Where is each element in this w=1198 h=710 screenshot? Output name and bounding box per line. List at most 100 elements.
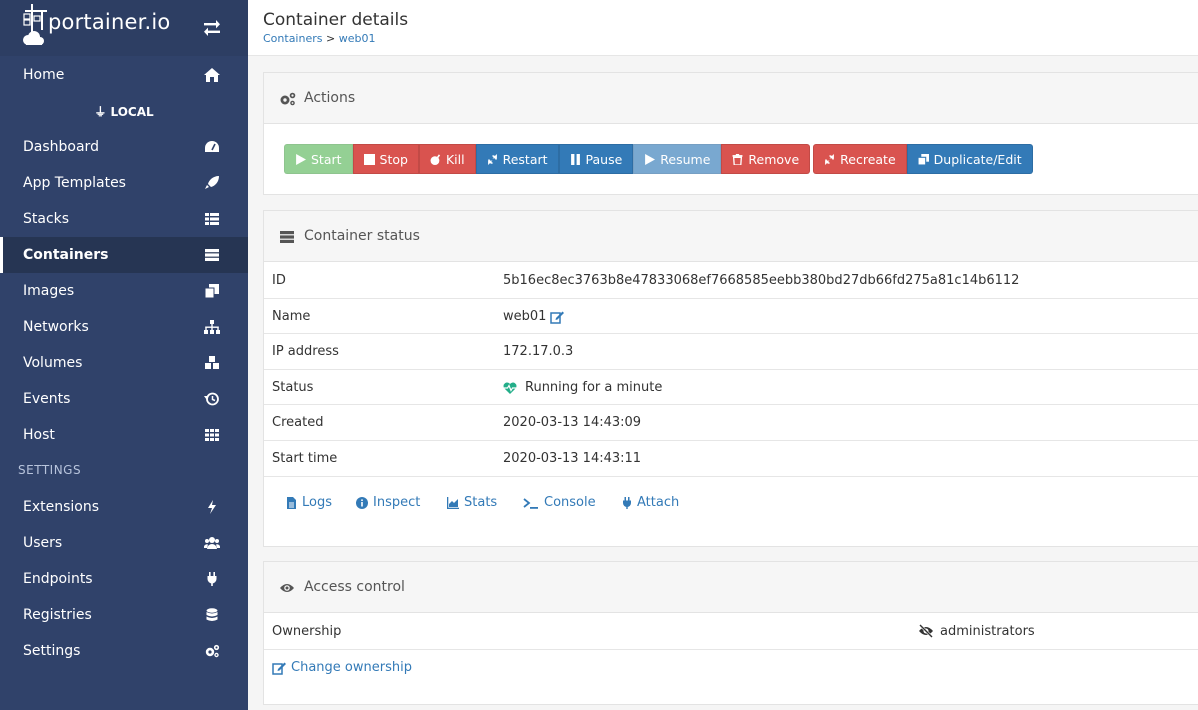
access-panel-title: Access control (304, 579, 405, 595)
sidebar-item-events[interactable]: Events (0, 381, 248, 417)
sidebar-item-networks[interactable]: Networks (0, 309, 248, 345)
server-icon (205, 249, 219, 261)
switch-endpoint-icon[interactable] (202, 18, 222, 38)
bomb-icon (430, 153, 441, 165)
edit-icon (272, 662, 286, 675)
actions-panel-title: Actions (304, 90, 356, 106)
terminal-icon (523, 497, 538, 509)
brand-name[interactable]: portainer.io (48, 10, 170, 34)
container-links-row: Logs Inspect Stats Console Attach (264, 476, 1198, 548)
cubes-icon (205, 356, 219, 369)
th-icon (205, 429, 219, 441)
plug-icon (207, 572, 217, 586)
remove-button[interactable]: Remove (721, 144, 811, 174)
sidebar-item-label: Home (23, 67, 65, 83)
created-value: 2020-03-13 14:43:09 (503, 415, 642, 430)
sidebar-item-settings[interactable]: Settings (0, 633, 248, 669)
database-icon (206, 608, 218, 621)
table-row: Status Running for a minute (264, 369, 1198, 405)
container-actions-group: Start Stop Kill Restart Pause Resume Rem… (284, 144, 1033, 174)
restart-button[interactable]: Restart (475, 144, 559, 174)
row-label: Name (272, 309, 311, 324)
sidebar-item-endpoints[interactable]: Endpoints (0, 561, 248, 597)
table-row: Change ownership (264, 649, 1198, 685)
table-row: Ownership administrators (264, 613, 1198, 649)
inspect-link[interactable]: Inspect (356, 495, 420, 510)
recreate-button[interactable]: Recreate (813, 144, 907, 174)
attach-link[interactable]: Attach (622, 495, 679, 510)
sidebar-item-app-templates[interactable]: App Templates (0, 165, 248, 201)
row-label: Status (272, 380, 314, 395)
sidebar-item-label: Settings (23, 643, 81, 659)
breadcrumb-current-link[interactable]: web01 (339, 32, 376, 45)
bolt-icon (208, 500, 216, 514)
table-row: ID 5b16ec8ec3763b8e47833068ef7668585eebb… (264, 262, 1198, 298)
sidebar-item-volumes[interactable]: Volumes (0, 345, 248, 381)
sidebar-item-stacks[interactable]: Stacks (0, 201, 248, 237)
cogs-icon (280, 92, 296, 106)
sidebar-item-host[interactable]: Host (0, 417, 248, 453)
sidebar-item-home[interactable]: Home (0, 57, 248, 93)
tachometer-icon (205, 141, 219, 152)
refresh-icon (825, 153, 835, 165)
play-icon (296, 153, 306, 165)
sidebar-item-images[interactable]: Images (0, 273, 248, 309)
table-row: Created 2020-03-13 14:43:09 (264, 404, 1198, 440)
edit-icon[interactable] (550, 310, 565, 324)
sidebar-item-label: Host (23, 427, 55, 443)
page-header: Container details Containers > web01 (248, 0, 1198, 56)
sidebar-item-label: Registries (23, 607, 92, 623)
stats-link[interactable]: Stats (447, 495, 497, 510)
sidebar-item-label: Volumes (23, 355, 83, 371)
plug-icon: ⏚ (94, 105, 107, 119)
breadcrumb-containers-link[interactable]: Containers (263, 32, 323, 45)
eye-slash-icon (919, 624, 933, 638)
container-id-value: 5b16ec8ec3763b8e47833068ef7668585eebb380… (503, 272, 1020, 288)
status-value: Running for a minute (503, 380, 662, 395)
sidebar-item-dashboard[interactable]: Dashboard (0, 129, 248, 165)
sidebar-item-extensions[interactable]: Extensions (0, 489, 248, 525)
kill-button[interactable]: Kill (418, 144, 476, 174)
ownership-label: Ownership (272, 623, 342, 639)
ownership-value: administrators (918, 624, 1035, 639)
cogs-icon (205, 644, 220, 658)
play-icon (645, 153, 656, 165)
duplicate-edit-button[interactable]: Duplicate/Edit (906, 144, 1033, 174)
server-icon (280, 231, 294, 243)
copy-icon (917, 153, 929, 165)
pause-button[interactable]: Pause (558, 144, 634, 174)
table-row: Start time 2020-03-13 14:43:11 (264, 440, 1198, 476)
status-panel-header: Container status (264, 211, 1198, 262)
resume-button[interactable]: Resume (633, 144, 722, 174)
file-text-icon (287, 496, 296, 509)
history-icon (204, 392, 219, 406)
start-button[interactable]: Start (284, 144, 353, 174)
sidebar-item-label: Images (23, 283, 75, 299)
breadcrumb-separator: > (326, 32, 336, 45)
sidebar-item-label: Events (23, 391, 71, 407)
settings-section-heading: SETTINGS (18, 463, 82, 477)
logs-link[interactable]: Logs (285, 495, 332, 510)
console-link[interactable]: Console (523, 495, 596, 510)
sitemap-icon (204, 320, 220, 334)
breadcrumb: Containers > web01 (263, 32, 375, 45)
sidebar-item-label: App Templates (23, 175, 126, 191)
pause-icon (570, 153, 580, 165)
users-icon (204, 537, 220, 549)
access-control-panel: Access control Ownership administrators … (263, 561, 1198, 705)
access-panel-header: Access control (264, 562, 1198, 613)
table-row: IP address 172.17.0.3 (264, 333, 1198, 369)
row-label: IP address (272, 344, 339, 359)
sidebar-item-users[interactable]: Users (0, 525, 248, 561)
plug-icon (623, 496, 631, 509)
ip-address-value: 172.17.0.3 (503, 344, 574, 359)
sidebar-item-containers[interactable]: Containers (0, 237, 248, 273)
refresh-icon (487, 153, 497, 165)
sidebar-item-label: Networks (23, 319, 89, 335)
eye-icon (280, 584, 294, 592)
stop-button[interactable]: Stop (352, 144, 419, 174)
change-ownership-link[interactable]: Change ownership (272, 660, 412, 675)
sidebar-item-registries[interactable]: Registries (0, 597, 248, 633)
sidebar-item-label: Containers (23, 247, 109, 263)
actions-panel-header: Actions (264, 73, 1198, 124)
